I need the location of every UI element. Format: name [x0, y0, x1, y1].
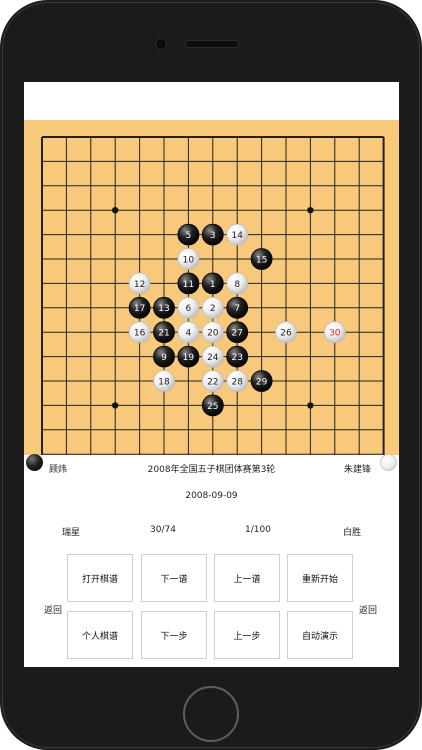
open-record-button[interactable]: 打开棋谱	[67, 554, 133, 602]
move-number: 20	[207, 329, 219, 339]
auto-play-button[interactable]: 自动演示	[287, 611, 353, 659]
opening-name: 瑞星	[61, 528, 80, 538]
move-progress: 30/74	[150, 525, 176, 535]
front-camera	[155, 38, 167, 50]
auto-play-label: 自动演示	[301, 631, 338, 642]
event-date: 2008-09-09	[185, 491, 238, 501]
move-number: 13	[158, 304, 169, 314]
move-number: 9	[161, 353, 167, 363]
prev-record-button[interactable]: 上一谱	[214, 554, 280, 602]
move-number: 5	[186, 231, 192, 241]
move-number: 23	[231, 353, 242, 363]
white-player-stone-icon	[380, 454, 397, 471]
move-number: 21	[158, 329, 169, 339]
move-number: 15	[256, 255, 267, 265]
move-number: 24	[207, 353, 219, 363]
earpiece-speaker	[185, 40, 239, 48]
prev-move-label: 上一步	[233, 631, 261, 642]
restart-button[interactable]: 重新开始	[287, 554, 353, 602]
move-number: 16	[134, 329, 146, 339]
restart-label: 重新开始	[301, 574, 338, 585]
move-number: 29	[256, 377, 268, 387]
back-button-left[interactable]: 返回	[44, 603, 62, 616]
move-number: 4	[186, 329, 192, 339]
move-number: 2	[210, 304, 216, 314]
star-point	[307, 207, 314, 214]
move-number: 1	[210, 280, 216, 290]
black-player-name: 顾炜	[49, 465, 68, 475]
open-record-label: 打开棋谱	[81, 574, 118, 585]
move-number: 28	[231, 377, 243, 387]
move-number: 7	[234, 304, 240, 314]
home-button[interactable]	[183, 686, 239, 742]
prev-move-button[interactable]: 上一步	[214, 611, 280, 659]
gomoku-board[interactable]: 123456 7891011121314151617181920212223242…	[24, 120, 399, 455]
personal-records-button[interactable]: 个人棋谱	[67, 611, 133, 659]
record-page: 1/100	[245, 525, 271, 535]
phone-frame: 1 2 3 4 5 6 7 8 9 10 11 12 13 14 15 16 17 18 19 20 21 22 23 24 2…	[0, 0, 422, 750]
star-point	[112, 402, 119, 409]
black-player-stone-icon	[26, 454, 43, 471]
move-number: 22	[207, 377, 218, 387]
star-point	[307, 402, 314, 409]
app-screen: 1 2 3 4 5 6 7 8 9 10 11 12 13 14 15 16 17 18 19 20 21 22 23 24 2…	[24, 82, 399, 667]
move-number: 8	[234, 280, 240, 290]
move-number: 30	[329, 329, 341, 339]
move-number: 26	[280, 329, 292, 339]
next-move-button[interactable]: 下一步	[141, 611, 207, 659]
next-record-label: 下一谱	[160, 574, 188, 585]
move-number: 27	[231, 329, 242, 339]
move-number: 3	[210, 231, 216, 241]
next-record-button[interactable]: 下一谱	[141, 554, 207, 602]
move-number: 19	[183, 353, 195, 363]
move-number: 12	[134, 280, 145, 290]
move-number: 25	[207, 402, 218, 412]
move-number: 11	[183, 280, 194, 290]
move-number: 10	[183, 255, 195, 265]
move-number: 6	[186, 304, 192, 314]
white-player-name: 朱建锋	[344, 465, 372, 475]
prev-record-label: 上一谱	[233, 574, 261, 585]
game-result: 白胜	[342, 528, 361, 538]
personal-records-label: 个人棋谱	[81, 631, 118, 642]
move-number: 18	[158, 377, 170, 387]
event-title: 2008年全国五子棋团体赛第3轮	[147, 465, 276, 475]
move-number: 14	[231, 231, 243, 241]
next-move-label: 下一步	[160, 631, 188, 642]
move-number: 17	[134, 304, 145, 314]
star-point	[112, 207, 119, 214]
back-button-right[interactable]: 返回	[359, 603, 377, 616]
